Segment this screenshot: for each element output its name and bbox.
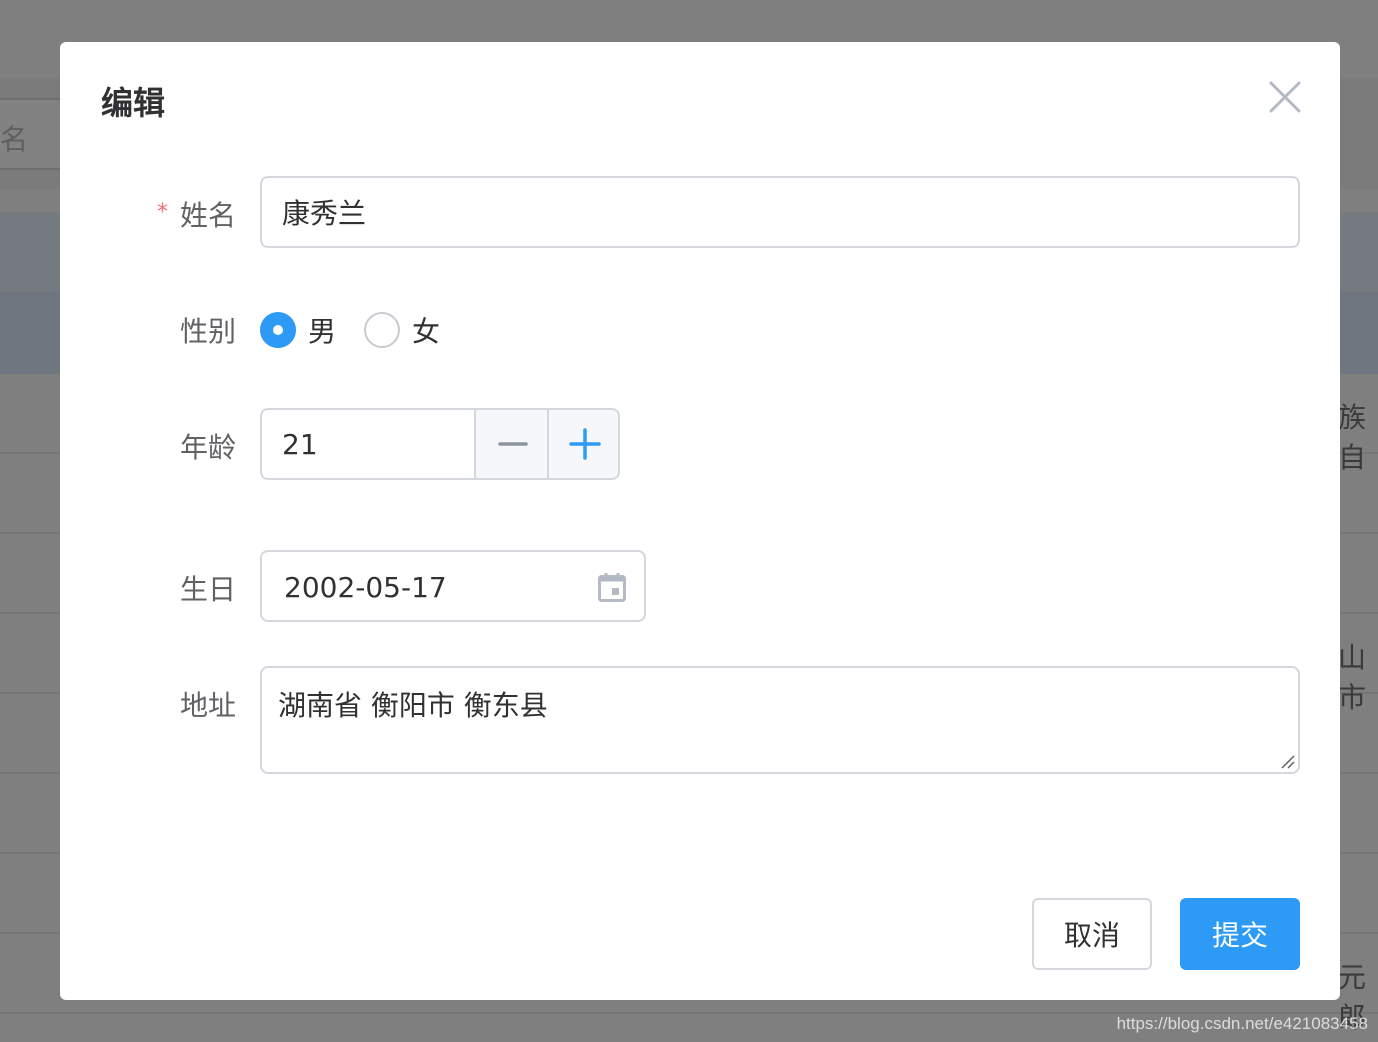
resize-handle-icon[interactable]	[1278, 752, 1296, 770]
background-cell-text: 族自	[1338, 401, 1367, 474]
gender-option-label: 男	[308, 315, 337, 348]
age-input[interactable]	[262, 410, 474, 478]
address-textarea[interactable]: 湖南省 衡阳市 衡东县	[260, 666, 1300, 774]
increment-button[interactable]	[547, 410, 618, 478]
address-value: 湖南省 衡阳市 衡东县	[278, 689, 548, 722]
gender-option-label: 女	[412, 315, 441, 348]
cancel-button[interactable]: 取消	[1032, 898, 1152, 970]
name-label-text: 姓名	[179, 199, 236, 232]
birthday-label: 生日	[179, 573, 236, 606]
age-label: 年龄	[179, 431, 236, 464]
required-mark: *	[156, 200, 168, 225]
name-label: * 姓名	[76, 194, 236, 234]
close-icon[interactable]	[1268, 80, 1302, 114]
minus-icon	[498, 442, 528, 446]
decrement-button[interactable]	[474, 410, 547, 478]
birthday-date-picker[interactable]: 2002-05-17	[260, 550, 646, 622]
plus-icon	[569, 428, 601, 460]
address-label: 地址	[179, 689, 236, 722]
calendar-icon[interactable]	[598, 572, 626, 602]
background-cell-text: 山市	[1338, 641, 1367, 714]
radio-unchecked-icon[interactable]	[364, 312, 400, 348]
gender-radio-male[interactable]: 男	[260, 310, 336, 350]
dialog-title: 编辑	[101, 84, 166, 122]
watermark: https://blog.csdn.net/e421083458	[1116, 1014, 1368, 1033]
radio-checked-icon[interactable]	[260, 312, 296, 348]
gender-radio-female[interactable]: 女	[364, 310, 440, 350]
background-search-text: 名	[0, 123, 29, 156]
name-input[interactable]	[260, 176, 1300, 248]
submit-button[interactable]: 提交	[1180, 898, 1300, 970]
edit-dialog: 编辑 *姓名 性别 男 女 年龄 生日 2002-	[60, 42, 1340, 1000]
birthday-value: 2002-05-17	[284, 571, 447, 604]
gender-label: 性别	[179, 315, 236, 348]
age-stepper	[260, 408, 620, 480]
